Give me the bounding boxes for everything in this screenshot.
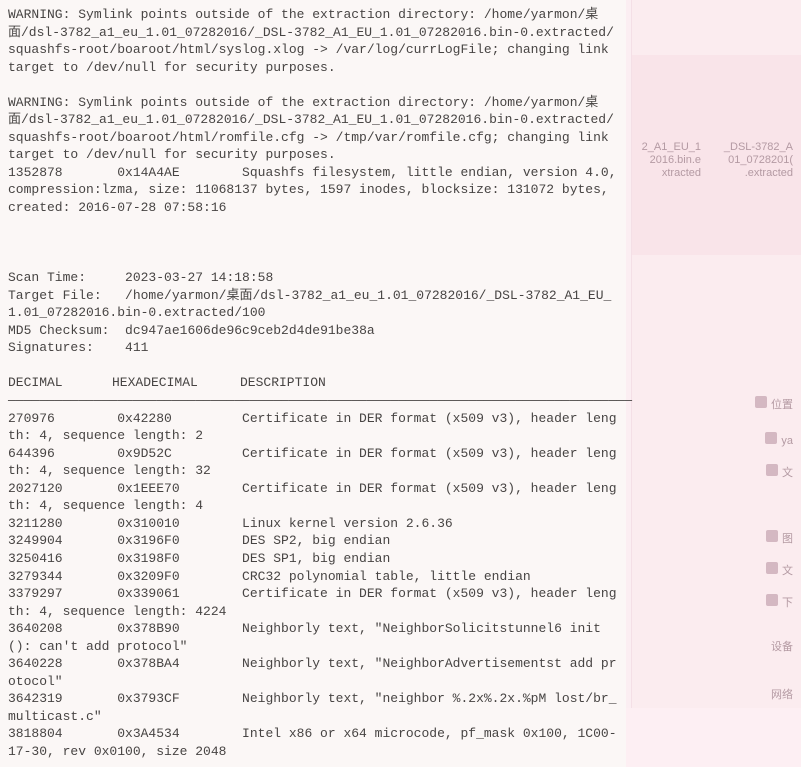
file-label-6: .extracted — [745, 166, 793, 181]
col-header-decimal: DECIMAL — [8, 374, 112, 392]
folder-icon — [766, 562, 778, 574]
terminal-output: WARNING: Symlink points outside of the e… — [0, 0, 626, 767]
file-label-3: xtracted — [662, 166, 701, 181]
sig-label: Signatures: — [8, 340, 94, 355]
side-label-text: 设备 — [771, 641, 793, 653]
side-label-text: 网络 — [771, 689, 793, 701]
side-location[interactable]: 位置 — [755, 396, 793, 413]
home-icon — [765, 432, 777, 444]
side-home[interactable]: ya — [765, 432, 793, 449]
side-label-text: 下 — [782, 597, 793, 609]
table-rule: ————————————————————————————————————————… — [8, 393, 632, 408]
rows-container: 270976 0x42280 Certificate in DER format… — [8, 411, 617, 759]
warning-2: WARNING: Symlink points outside of the e… — [8, 95, 617, 163]
side-label-text: 位置 — [771, 399, 793, 411]
col-header-desc: DESCRIPTION — [240, 375, 326, 390]
folder-icon — [766, 594, 778, 606]
side-devices: 设备 — [771, 640, 793, 655]
scan-time: 2023-03-27 14:18:58 — [125, 270, 273, 285]
folder-icon — [766, 464, 778, 476]
side-pics[interactable]: 图 — [766, 530, 793, 547]
sig-count: 411 — [125, 340, 148, 355]
scan-time-label: Scan Time: — [8, 270, 86, 285]
side-docs[interactable]: 文 — [766, 464, 793, 481]
md5-label: MD5 Checksum: — [8, 323, 109, 338]
squashfs-line: 1352878 0x14A4AE Squashfs filesystem, li… — [8, 165, 624, 215]
target-label: Target File: — [8, 288, 102, 303]
side-downloads[interactable]: 下 — [766, 594, 793, 611]
md5-value: dc947ae1606de96c9ceb2d4de91be38a — [125, 323, 375, 338]
side-label-text: 文 — [782, 467, 793, 479]
side-network: 网络 — [771, 688, 793, 703]
side-docs2[interactable]: 文 — [766, 562, 793, 579]
side-label-text: 图 — [782, 533, 793, 545]
warning-1: WARNING: Symlink points outside of the e… — [8, 7, 617, 75]
folder-icon — [755, 396, 767, 408]
col-header-hex: HEXADECIMAL — [112, 374, 240, 392]
side-label-text: 文 — [782, 565, 793, 577]
folder-icon — [766, 530, 778, 542]
side-label-text: ya — [781, 435, 793, 447]
